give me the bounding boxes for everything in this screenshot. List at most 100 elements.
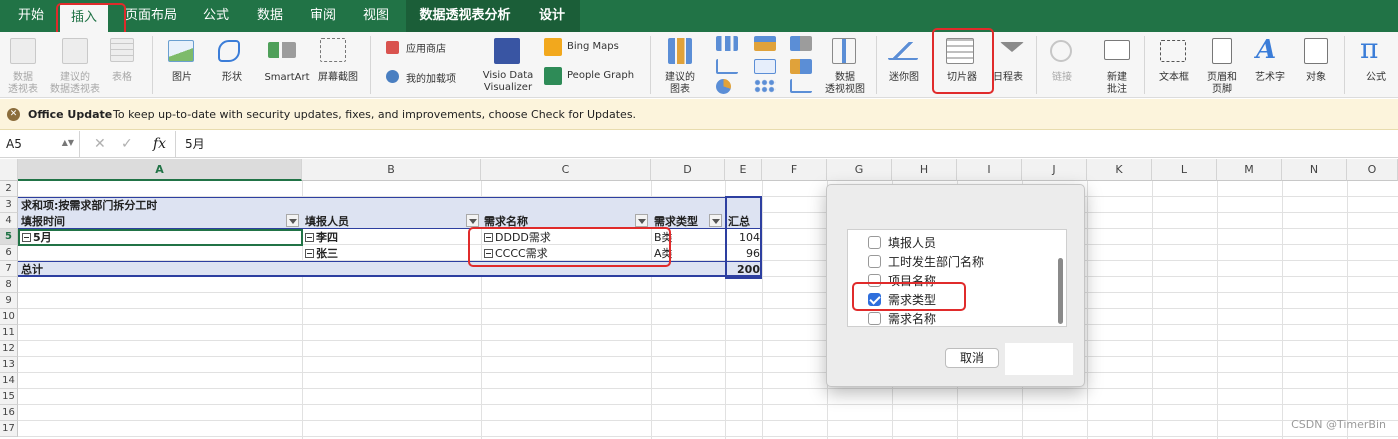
tab-view[interactable]: 视图 [356, 0, 396, 32]
cancel-icon[interactable]: ✕ [94, 131, 106, 158]
field-option[interactable]: 工时发生部门名称 [868, 253, 984, 272]
column-chart-icon[interactable] [716, 36, 738, 51]
checkbox[interactable] [868, 255, 881, 268]
cancel-button[interactable]: 取消 [945, 348, 999, 368]
row-header[interactable]: 13 [0, 357, 18, 373]
pivot-title[interactable]: 求和项:按需求部门拆分工时 [21, 198, 157, 213]
header-fill-person[interactable]: 填报人员 [305, 214, 349, 229]
col-header-b[interactable]: B [302, 159, 481, 181]
row-header[interactable]: 8 [0, 277, 18, 293]
spinner-icon[interactable]: ▲▼ [62, 129, 74, 156]
close-icon[interactable]: ✕ [7, 108, 20, 121]
col-header-f[interactable]: F [762, 159, 827, 181]
gridline [1282, 181, 1283, 439]
header-fill-time[interactable]: 填报时间 [21, 214, 65, 229]
recommended-pivot-icon [62, 38, 88, 64]
ribbon: 数据 透视表 建议的 数据透视表 表格 图片 形状 SmartArt 屏幕截图 … [0, 32, 1398, 98]
insert-function-button[interactable]: fx [153, 131, 166, 158]
field-option[interactable]: 填报人员 [868, 234, 936, 253]
highlight-demand-cells [468, 227, 671, 267]
row-header[interactable]: 6 [0, 245, 18, 261]
row-header[interactable]: 14 [0, 373, 18, 389]
row-header[interactable]: 9 [0, 293, 18, 309]
wordart-icon: A [1256, 35, 1277, 65]
tab-data[interactable]: 数据 [250, 0, 290, 32]
col-header-j[interactable]: J [1022, 159, 1087, 181]
filter-dropdown-icon[interactable] [286, 214, 299, 227]
tab-formulas[interactable]: 公式 [196, 0, 236, 32]
ribbon-separator [152, 36, 153, 94]
col-header-h[interactable]: H [892, 159, 957, 181]
gridline [1347, 181, 1348, 439]
ribbon-separator [1144, 36, 1145, 94]
map-chart-icon[interactable] [790, 79, 812, 93]
statistic-chart-icon[interactable] [754, 59, 776, 74]
col-header-o[interactable]: O [1347, 159, 1398, 181]
value-column-outline [725, 196, 762, 279]
tab-home[interactable]: 开始 [8, 0, 54, 32]
collapse-icon[interactable] [22, 233, 31, 242]
collapse-icon[interactable] [305, 233, 314, 242]
col-header-e[interactable]: E [725, 159, 762, 181]
checkbox[interactable] [868, 236, 881, 249]
row-header[interactable]: 7 [0, 261, 18, 277]
row-header[interactable]: 17 [0, 421, 18, 437]
row-header[interactable]: 5 [0, 229, 18, 245]
pivot-chart-icon [832, 38, 856, 64]
field-option[interactable]: 需求名称 [868, 310, 936, 326]
collapse-icon[interactable] [305, 249, 314, 258]
col-header-d[interactable]: D [651, 159, 725, 181]
gridline [762, 181, 763, 439]
col-header-k[interactable]: K [1087, 159, 1152, 181]
highlight-slicer-button [932, 28, 994, 94]
name-box[interactable]: A5 ▲▼ [0, 131, 80, 157]
combo-chart-icon[interactable] [790, 59, 812, 74]
col-header-g[interactable]: G [827, 159, 892, 181]
col-header-c[interactable]: C [481, 159, 651, 181]
pivot-person-cell[interactable]: 张三 [305, 246, 338, 261]
picture-icon [168, 40, 194, 62]
row-header[interactable]: 16 [0, 405, 18, 421]
hierarchy-chart-icon[interactable] [754, 36, 776, 51]
gridline [18, 420, 1398, 421]
select-all-corner[interactable] [0, 159, 18, 181]
grand-total-label[interactable]: 总计 [21, 262, 43, 277]
confirm-icon[interactable]: ✓ [121, 131, 133, 158]
col-header-i[interactable]: I [957, 159, 1022, 181]
row-header[interactable]: 15 [0, 389, 18, 405]
formula-input[interactable]: 5月 [185, 131, 205, 158]
name-box-value: A5 [6, 137, 22, 151]
row-header[interactable]: 10 [0, 309, 18, 325]
filter-dropdown-icon[interactable] [635, 214, 648, 227]
row-header[interactable]: 11 [0, 325, 18, 341]
active-cell-a5[interactable] [18, 229, 303, 246]
tab-page-layout[interactable]: 页面布局 [118, 0, 184, 32]
tab-pivottable-analyze[interactable]: 数据透视表分析 [406, 0, 524, 32]
scatter-chart-icon[interactable] [754, 79, 776, 93]
waterfall-chart-icon[interactable] [790, 36, 812, 51]
row-header[interactable]: 2 [0, 181, 18, 197]
pivot-month-cell[interactable]: 5月 [22, 230, 52, 245]
field-list[interactable]: 填报人员 工时发生部门名称 项目名称 需求类型 需求名称 [847, 229, 1067, 327]
row-header[interactable]: 12 [0, 341, 18, 357]
row-header[interactable]: 3 [0, 197, 18, 213]
col-header-a[interactable]: A [18, 159, 302, 181]
pivot-person-cell[interactable]: 李四 [305, 230, 338, 245]
ok-button-area[interactable] [1005, 343, 1073, 375]
worksheet-grid[interactable]: A B C D E F G H I J K L M N O 2 3 4 5 6 … [0, 159, 1398, 439]
row-header[interactable]: 4 [0, 213, 18, 229]
gridline [1087, 181, 1088, 439]
line-chart-icon[interactable] [716, 59, 738, 74]
visio-icon [494, 38, 520, 64]
col-header-m[interactable]: M [1217, 159, 1282, 181]
tab-review[interactable]: 审阅 [303, 0, 343, 32]
col-header-l[interactable]: L [1152, 159, 1217, 181]
ribbon-separator [1036, 36, 1037, 94]
filter-dropdown-icon[interactable] [709, 214, 722, 227]
col-header-n[interactable]: N [1282, 159, 1347, 181]
tab-design[interactable]: 设计 [524, 0, 580, 32]
scrollbar-thumb[interactable] [1058, 258, 1063, 324]
checkbox[interactable] [868, 312, 881, 325]
pie-chart-icon[interactable] [716, 79, 731, 94]
filter-dropdown-icon[interactable] [466, 214, 479, 227]
